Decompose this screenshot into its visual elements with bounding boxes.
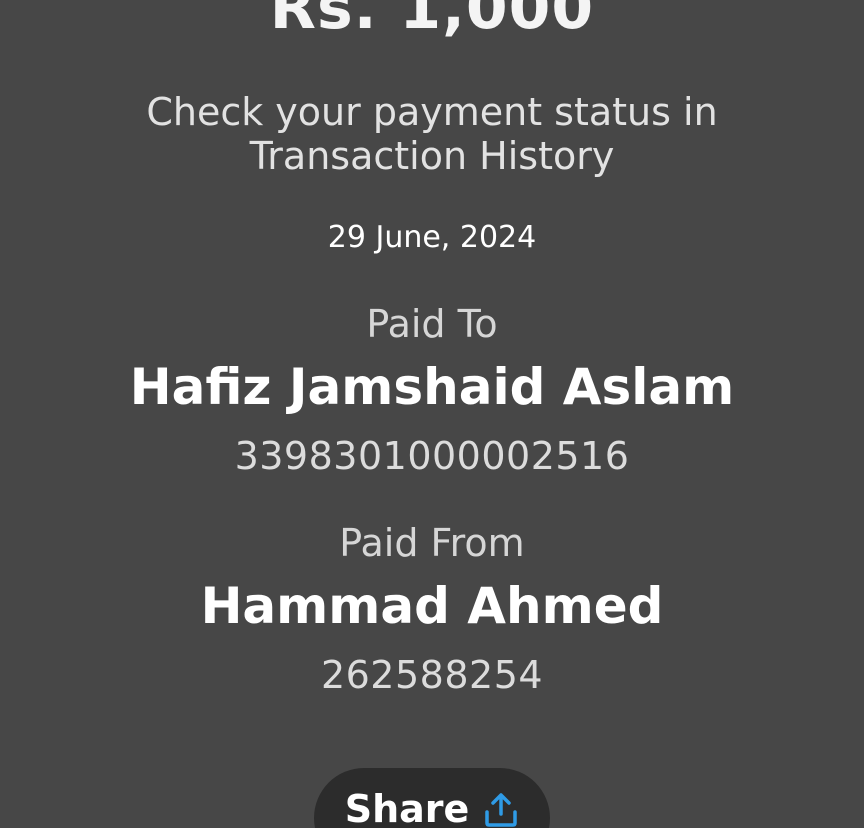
- paid-from-label: Paid From: [339, 521, 525, 565]
- payee-name: Hafiz Jamshaid Aslam: [129, 358, 735, 416]
- payee-account-number: 3398301000002516: [234, 434, 630, 478]
- share-upload-icon: [485, 793, 518, 827]
- paid-to-label: Paid To: [366, 302, 498, 346]
- amount: Rs. 1,000: [269, 0, 595, 43]
- transaction-date: 29 June, 2024: [327, 220, 537, 255]
- status-message: Check your payment status in Transaction…: [146, 90, 718, 178]
- share-button-label: Share: [344, 787, 470, 828]
- share-button[interactable]: Share: [314, 768, 550, 828]
- payer-name: Hammad Ahmed: [200, 577, 664, 635]
- receipt-screen: Rs. 1,000 Check your payment status in T…: [0, 0, 864, 828]
- payer-account-number: 262588254: [320, 653, 544, 697]
